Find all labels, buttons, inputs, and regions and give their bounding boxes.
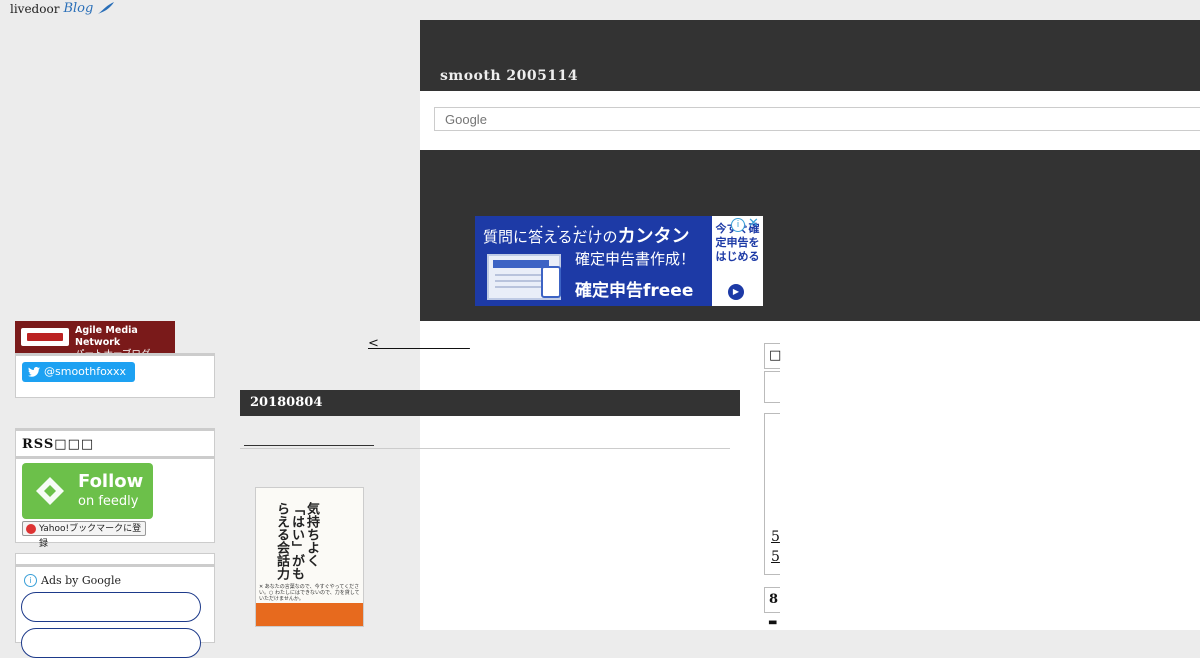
right-widget-footer: 8 [764, 587, 780, 613]
google-ad-link-2[interactable] [21, 628, 201, 658]
yahoo-bookmark-icon [26, 524, 36, 534]
ad-close-icon[interactable]: ✕ [748, 217, 759, 231]
feedly-on-text: on feedly [78, 494, 139, 509]
freee-ad-banner[interactable]: ・・・・ 質問に答えるだけのカンタン 確定申告書作成！ 確定申告freee 今す… [475, 216, 763, 306]
prev-entry-link[interactable]: < [368, 332, 470, 351]
feedly-follow-button[interactable]: Follow on feedly [22, 463, 153, 519]
ad-headline-emphasis: カンタン [617, 226, 690, 247]
adchoices-icon[interactable]: i [24, 574, 37, 587]
blog-brand-text: Blog [63, 1, 94, 16]
twitter-follow-button[interactable]: @smoothfoxxx [22, 362, 135, 382]
blog-title[interactable]: smooth 2005114 [440, 68, 578, 84]
yahoo-bookmark-label: Yahoo!ブックマークに登録 [39, 524, 142, 549]
rss-title: RSS□□□ [22, 437, 95, 452]
right-bottom-icon: ▬ [768, 617, 778, 628]
rss-widget: Follow on feedly Yahoo!ブックマークに登録 [15, 456, 215, 549]
right-link-1[interactable]: 5 [771, 529, 780, 545]
search-area [420, 91, 1200, 150]
play-icon[interactable]: ▶ [728, 284, 744, 300]
amn-partner-badge[interactable]: Agile Media Network パートナーブログ [15, 321, 175, 360]
right-widget-header: □ [764, 343, 782, 369]
book-title: 気持ちよく「はい」がもらえる会話力 [274, 502, 319, 580]
ads-by-google-label: i Ads by Google [24, 574, 121, 587]
ad-subline: 確定申告書作成！ [575, 250, 696, 268]
header-ad-band: ・・・・ 質問に答えるだけのカンタン 確定申告書作成！ 確定申告freee 今す… [420, 150, 1200, 321]
livedoor-blog-logo[interactable]: livedoor Blog [10, 0, 115, 18]
yahoo-bookmark-button[interactable]: Yahoo!ブックマークに登録 [22, 521, 146, 549]
right-widget-glyph: □ [769, 348, 782, 363]
google-ad-link-1[interactable] [21, 592, 201, 622]
blog-page: smooth 2005114 ・・・・ 質問に答えるだけのカンタン 確定申告書作… [420, 20, 1200, 630]
twitter-bird-icon [28, 367, 40, 377]
ad-product-name: 確定申告freee [575, 281, 694, 301]
entry-title-link[interactable] [244, 433, 374, 446]
blog-header: smooth 2005114 [420, 20, 1200, 91]
feedly-follow-text: Follow [78, 471, 144, 492]
entry-divider [240, 448, 730, 449]
right-widget-label: 8 [769, 592, 779, 607]
adchoices-info-icon[interactable]: i [731, 218, 745, 232]
google-search-input[interactable] [434, 107, 1200, 131]
twitter-widget: @smoothfoxxx [15, 353, 215, 398]
amn-line1: Agile Media Network [75, 325, 138, 348]
amn-logo-icon [21, 328, 69, 346]
right-link-2[interactable]: 5 [771, 549, 780, 565]
livedoor-brand-text: livedoor [10, 2, 60, 16]
ad-headline-prefix: 質問に答えるだけの [483, 228, 618, 246]
rss-header-box: RSS□□□ [15, 428, 215, 458]
book-orange-band [256, 603, 363, 626]
ad-headline: 質問に答えるだけのカンタン [483, 222, 690, 248]
ads-by-google-text: Ads by Google [41, 574, 121, 587]
book-subtitle: ✕ あなたの言葉なので、今すぐやってください。○ わたしにはできないので、力を貸… [259, 584, 360, 602]
phone-illustration [541, 266, 561, 298]
book-cover-image[interactable]: 気持ちよく「はい」がもらえる会話力 ✕ あなたの言葉なので、今すぐやってください… [255, 487, 364, 627]
feedly-icon [36, 477, 64, 505]
twitter-handle: @smoothfoxxx [44, 365, 126, 378]
entry-date: 20180804 [240, 390, 740, 416]
right-widget-box [764, 371, 780, 403]
right-widget-list: 5 5 [764, 413, 780, 575]
quill-icon [98, 2, 115, 14]
